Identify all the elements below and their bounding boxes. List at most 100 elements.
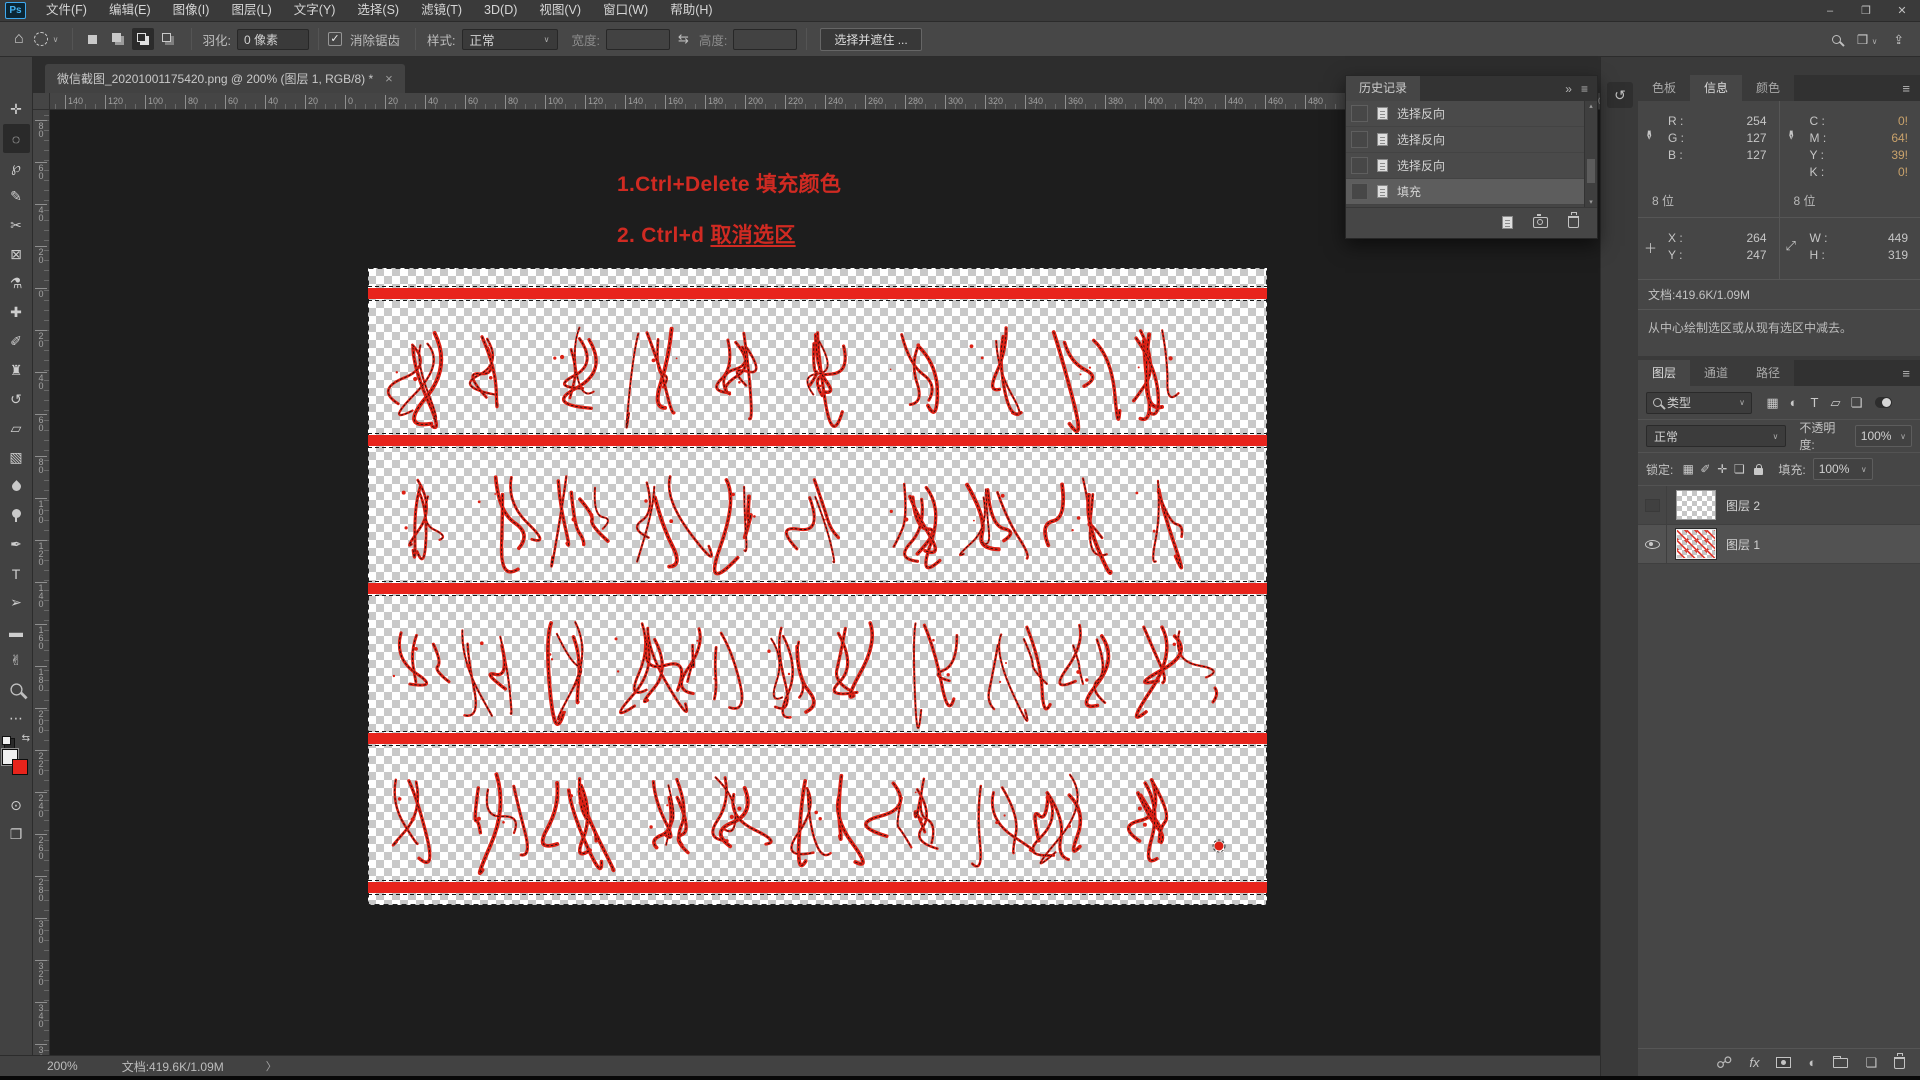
subtract-from-selection-button[interactable]	[131, 28, 154, 50]
zoom-tool[interactable]	[3, 675, 30, 704]
new-layer-icon[interactable]: ❏	[1865, 1055, 1877, 1071]
add-to-selection-button[interactable]	[107, 28, 129, 50]
new-selection-button[interactable]	[82, 28, 104, 50]
quick-mask-button[interactable]: ⊙	[3, 791, 30, 820]
panel-menu-icon[interactable]: ≡	[1581, 82, 1588, 96]
swap-colors-icon[interactable]: ⇆	[22, 733, 30, 744]
workspace-switcher[interactable]: ❒ ∨	[1857, 32, 1878, 47]
move-tool[interactable]: ✛	[3, 95, 30, 124]
layers-tab[interactable]: 图层	[1638, 360, 1691, 386]
document-pasteboard[interactable]: 1.Ctrl+Delete 填充颜色 2. Ctrl+d 取消选区	[50, 110, 1600, 1055]
menu-item-file[interactable]: 文件(F)	[35, 0, 98, 21]
menu-item-image[interactable]: 图像(I)	[162, 0, 221, 21]
tool-preset-picker[interactable]: ∨	[33, 32, 59, 46]
layers-tab[interactable]: 路径	[1742, 360, 1795, 386]
clone-stamp-tool[interactable]: ♜	[3, 356, 30, 385]
type-tool[interactable]: T	[3, 559, 30, 588]
menu-item-window[interactable]: 窗口(W)	[592, 0, 659, 21]
filter-smart-object-icon[interactable]: ❏	[1847, 395, 1866, 411]
intersect-selection-button[interactable]	[157, 28, 179, 50]
filter-shape-icon[interactable]: ▱	[1826, 395, 1845, 411]
quick-selection-tool[interactable]: ✎	[3, 182, 30, 211]
filter-pixel-icon[interactable]: ▦	[1763, 395, 1782, 411]
delete-state-icon[interactable]	[1568, 212, 1579, 228]
lock-artboard-icon[interactable]: ❏	[1731, 462, 1747, 476]
feather-input[interactable]	[237, 28, 310, 50]
info-tab[interactable]: 信息	[1690, 75, 1743, 101]
pen-tool[interactable]: ✒	[3, 530, 30, 559]
history-panel-tab[interactable]: 历史记录	[1346, 76, 1421, 101]
adjustment-layer-icon[interactable]: ◐	[1808, 1055, 1816, 1070]
eraser-tool[interactable]: ▱	[3, 414, 30, 443]
vertical-ruler[interactable]: 8060402002040608010012014016018020022024…	[33, 110, 50, 1055]
lock-transparent-icon[interactable]: ▦	[1680, 462, 1696, 476]
new-group-icon[interactable]	[1833, 1055, 1849, 1068]
height-input[interactable]	[733, 28, 798, 50]
search-icon[interactable]	[1831, 34, 1841, 44]
opacity-input[interactable]: 100% ∨	[1854, 425, 1912, 447]
close-button[interactable]: ✕	[1884, 0, 1920, 22]
layer-row[interactable]: 图层 2	[1638, 486, 1920, 525]
width-input[interactable]	[606, 28, 670, 50]
filter-type-icon[interactable]: T	[1805, 395, 1824, 411]
healing-brush-tool[interactable]: ✚	[3, 298, 30, 327]
lock-pixels-icon[interactable]: ✐	[1697, 462, 1713, 476]
collapsed-history-panel-icon[interactable]: ↺	[1607, 82, 1633, 108]
marquee-tool[interactable]: ◌	[2, 124, 30, 153]
scroll-down-icon[interactable]: ▾	[1585, 198, 1597, 206]
eye-hidden-box[interactable]	[1644, 498, 1660, 512]
gradient-tool[interactable]: ▧	[3, 443, 30, 472]
eye-icon[interactable]	[1644, 539, 1660, 549]
layer-visibility-cell[interactable]	[1638, 525, 1667, 563]
layers-tab[interactable]: 通道	[1690, 360, 1743, 386]
path-selection-tool[interactable]: ➢	[3, 588, 30, 617]
canvas-image[interactable]	[368, 268, 1267, 905]
select-and-mask-button[interactable]: 选择并遮住 ...	[820, 27, 922, 51]
brush-tool[interactable]: ✐	[3, 327, 30, 356]
photoshop-logo[interactable]: Ps	[5, 2, 26, 19]
menu-item-type[interactable]: 文字(Y)	[283, 0, 347, 21]
layer-style-icon[interactable]: fx	[1749, 1055, 1759, 1070]
share-icon[interactable]: ⇪	[1894, 32, 1904, 47]
eyedropper-tool[interactable]: ⚗	[3, 269, 30, 298]
minimize-button[interactable]: –	[1812, 0, 1848, 22]
layer-filter-type-select[interactable]: 类型 ∨	[1646, 391, 1752, 414]
antialias-checkbox[interactable]: ✓	[328, 32, 343, 46]
delete-layer-icon[interactable]	[1894, 1052, 1905, 1069]
lock-position-icon[interactable]: ✛	[1714, 462, 1730, 476]
home-icon[interactable]: ⌂	[14, 30, 24, 48]
restore-button[interactable]: ❐	[1848, 0, 1884, 22]
rectangle-tool[interactable]: ▬	[3, 617, 30, 646]
history-step[interactable]: 填充	[1346, 179, 1584, 205]
background-color-swatch[interactable]	[12, 759, 28, 775]
screen-mode-button[interactable]: ❐	[3, 820, 30, 849]
history-scrollbar[interactable]: ▴ ▾	[1584, 101, 1597, 207]
menu-item-3d[interactable]: 3D(D)	[473, 0, 528, 21]
menu-item-filter[interactable]: 滤镜(T)	[410, 0, 473, 21]
history-step[interactable]: 选择反向	[1346, 153, 1584, 179]
history-source-checkbox[interactable]	[1351, 157, 1368, 174]
menu-item-layer[interactable]: 图层(L)	[220, 0, 282, 21]
edit-toolbar-icon[interactable]: ⋯	[3, 704, 30, 733]
frame-tool[interactable]: ⊠	[3, 240, 30, 269]
layer-row[interactable]: 图层 1	[1638, 525, 1920, 564]
history-step[interactable]: 选择反向	[1346, 127, 1584, 153]
crop-tool[interactable]: ✂	[3, 211, 30, 240]
lasso-tool[interactable]: ℘	[3, 153, 30, 182]
history-source-checkbox[interactable]	[1351, 105, 1368, 122]
panel-menu-icon[interactable]: ≡	[1902, 81, 1920, 96]
menu-item-help[interactable]: 帮助(H)	[659, 0, 723, 21]
new-snapshot-icon[interactable]	[1533, 214, 1548, 228]
tab-close-icon[interactable]: ×	[385, 71, 393, 86]
dodge-tool[interactable]	[3, 501, 30, 530]
document-tab[interactable]: 微信截图_20201001175420.png @ 200% (图层 1, RG…	[45, 64, 405, 93]
blend-mode-select[interactable]: 正常 ∨	[1646, 425, 1787, 447]
add-mask-icon[interactable]	[1776, 1057, 1792, 1068]
collapse-panel-icon[interactable]: »	[1565, 82, 1572, 96]
blur-tool[interactable]	[3, 472, 30, 501]
history-brush-tool[interactable]: ↺	[3, 385, 30, 414]
scroll-up-icon[interactable]: ▴	[1585, 102, 1597, 110]
menu-item-edit[interactable]: 编辑(E)	[98, 0, 162, 21]
fill-input[interactable]: 100% ∨	[1812, 458, 1873, 480]
history-source-checkbox[interactable]	[1351, 131, 1368, 148]
